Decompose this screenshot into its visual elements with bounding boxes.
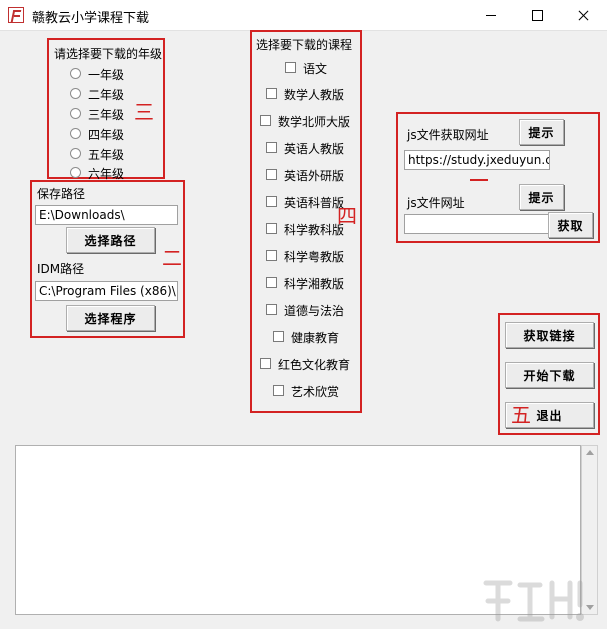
js-url-label: js文件网址 xyxy=(407,196,465,210)
checkbox[interactable] xyxy=(266,169,277,180)
annotation-marker-5: 五 xyxy=(511,403,531,427)
app-icon xyxy=(8,7,24,23)
idm-path-label: IDM路径 xyxy=(37,262,85,276)
hint-button-1[interactable]: 提示 xyxy=(519,119,564,145)
checkbox[interactable] xyxy=(273,385,284,396)
checkbox[interactable] xyxy=(266,277,277,288)
checkbox[interactable] xyxy=(260,115,271,126)
checkbox[interactable] xyxy=(266,196,277,207)
watermark-logo xyxy=(483,580,584,622)
checkbox[interactable] xyxy=(266,304,277,315)
js-url-input[interactable] xyxy=(404,214,550,234)
maximize-icon[interactable] xyxy=(514,0,560,30)
course-label: 红色文化教育 xyxy=(278,358,351,372)
course-label: 英语科普版 xyxy=(284,196,345,210)
course-label: 道德与法治 xyxy=(284,304,345,318)
grade-panel-title: 请选择要下载的年级 xyxy=(54,47,163,61)
course-panel-title: 选择要下载的课程 xyxy=(256,38,353,52)
annotation-marker-2: 二 xyxy=(162,246,182,270)
radio-button[interactable] xyxy=(70,148,81,159)
fetch-button[interactable]: 获取 xyxy=(548,212,593,238)
annotation-marker-3: 三 xyxy=(134,100,154,124)
choose-path-button[interactable]: 选择路径 xyxy=(66,227,155,253)
minimize-icon[interactable] xyxy=(468,0,514,30)
annotation-marker-4: 四 xyxy=(337,204,357,228)
get-link-button[interactable]: 获取链接 xyxy=(505,322,594,348)
checkbox[interactable] xyxy=(266,88,277,99)
js-fetch-url-input[interactable]: https://study.jxeduyun.c xyxy=(404,150,550,170)
grade-label: 二年级 xyxy=(88,88,125,102)
js-fetch-url-label: js文件获取网址 xyxy=(407,128,489,142)
checkbox[interactable] xyxy=(266,142,277,153)
checkbox[interactable] xyxy=(285,62,296,73)
radio-button[interactable] xyxy=(70,88,81,99)
close-icon[interactable] xyxy=(560,0,606,30)
checkbox[interactable] xyxy=(266,223,277,234)
radio-button[interactable] xyxy=(70,167,81,178)
radio-button[interactable] xyxy=(70,128,81,139)
course-label: 英语外研版 xyxy=(284,169,345,183)
grade-label: 三年级 xyxy=(88,108,125,122)
checkbox[interactable] xyxy=(273,331,284,342)
course-label: 健康教育 xyxy=(291,331,340,345)
checkbox[interactable] xyxy=(266,250,277,261)
input-cursor-mark xyxy=(470,179,488,181)
hint-button-2[interactable]: 提示 xyxy=(519,184,564,210)
window-title: 赣教云小学课程下载 xyxy=(32,11,150,26)
radio-button[interactable] xyxy=(70,108,81,119)
course-label: 英语人教版 xyxy=(284,142,345,156)
grade-label: 五年级 xyxy=(88,148,125,162)
save-path-label: 保存路径 xyxy=(37,187,86,201)
start-download-button[interactable]: 开始下载 xyxy=(505,362,594,388)
save-path-input[interactable]: E:\Downloads\ xyxy=(35,205,178,225)
course-label: 科学教科版 xyxy=(284,223,345,237)
scroll-up-icon[interactable] xyxy=(586,450,594,455)
course-label: 科学粤教版 xyxy=(284,250,345,264)
course-label: 数学北师大版 xyxy=(278,115,351,129)
course-label: 数学人教版 xyxy=(284,88,345,102)
course-label: 艺术欣赏 xyxy=(291,385,340,399)
course-label: 科学湘教版 xyxy=(284,277,345,291)
radio-button[interactable] xyxy=(70,68,81,79)
course-label: 语文 xyxy=(303,62,328,76)
choose-program-button[interactable]: 选择程序 xyxy=(66,305,155,331)
title-bar: 赣教云小学课程下载 xyxy=(0,0,607,31)
grade-label: 一年级 xyxy=(88,68,125,82)
checkbox[interactable] xyxy=(260,358,271,369)
idm-path-input[interactable]: C:\Program Files (x86)\In xyxy=(35,281,178,301)
grade-label: 四年级 xyxy=(88,128,125,142)
